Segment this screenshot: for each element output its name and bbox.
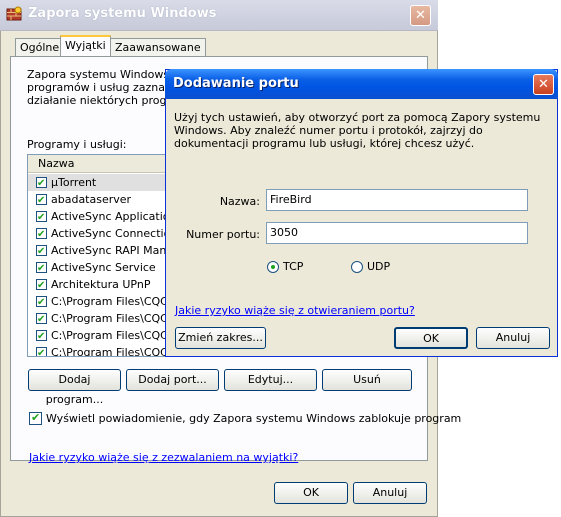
firewall-ok-button[interactable]: OK — [274, 482, 348, 504]
list-item[interactable]: µTorrent — [28, 174, 168, 192]
firewall-cancel-button[interactable]: Anuluj — [353, 482, 427, 504]
checkbox[interactable] — [36, 345, 47, 356]
name-field[interactable]: FireBird — [266, 189, 528, 211]
edit-button[interactable]: Edytuj... — [224, 369, 317, 391]
notify-checkbox-label: Wyświetl powiadomienie, gdy Zapora syste… — [46, 412, 462, 425]
programs-label: Programy i usługi: — [27, 138, 127, 151]
checkbox[interactable] — [36, 209, 47, 226]
list-header-name[interactable]: Nazwa — [28, 155, 168, 173]
udp-option[interactable]: UDP — [351, 260, 390, 273]
list-item[interactable]: C:\Program Files\CQC\E — [36, 310, 169, 328]
list-item[interactable]: C:\Program Files\CQC\E — [36, 344, 169, 357]
list-item[interactable]: C:\Program Files\CQC\E — [36, 327, 169, 345]
port-number-label: Numer portu: — [186, 228, 260, 241]
description-line: Zapora systemu Windows blo — [27, 68, 172, 81]
tcp-label: TCP — [283, 260, 304, 273]
description-line: działanie niektórych program — [27, 94, 172, 107]
checkbox[interactable] — [36, 277, 47, 294]
list-item-label: ActiveSync Application — [51, 210, 169, 223]
firewall-close-button[interactable]: ✕ — [410, 5, 431, 26]
notify-option[interactable]: Wyświetl powiadomienie, gdy Zapora syste… — [29, 411, 462, 425]
udp-label: UDP — [367, 260, 391, 273]
add-port-button[interactable]: Dodaj port... — [126, 369, 219, 391]
tab-general[interactable]: Ogólne — [15, 38, 65, 56]
checkbox[interactable] — [36, 311, 47, 328]
list-item[interactable]: ActiveSync Service — [36, 259, 156, 277]
tab-exceptions[interactable]: Wyjątki — [60, 35, 111, 57]
add-port-title-bar[interactable]: Dodawanie portu — [165, 69, 558, 99]
add-port-title: Dodawanie portu — [173, 76, 299, 91]
name-label: Nazwa: — [219, 195, 260, 208]
exceptions-risk-link[interactable]: Jakie ryzyko wiąże się z zezwalaniem na … — [29, 451, 298, 464]
description-line: programów i usług zaznaczo — [27, 81, 172, 94]
checkbox[interactable] — [36, 328, 47, 345]
dialog-cancel-button[interactable]: Anuluj — [476, 327, 550, 349]
exceptions-description: Zapora systemu Windows blo programów i u… — [27, 68, 172, 110]
list-item[interactable]: ActiveSync Connection — [36, 225, 169, 243]
list-item[interactable]: C:\Program Files\CQC\E — [36, 293, 169, 311]
list-item-label: Architektura UPnP — [51, 278, 151, 291]
close-icon: ✕ — [538, 77, 549, 92]
checkbox[interactable] — [36, 175, 47, 192]
port-risk-link[interactable]: Jakie ryzyko wiąże się z otwieraniem por… — [175, 304, 415, 317]
notify-checkbox[interactable] — [29, 411, 42, 425]
list-item[interactable]: ActiveSync RAPI Manag — [36, 242, 169, 260]
programs-list[interactable]: Nazwa µTorrent abadataserver ActiveSync … — [27, 154, 169, 357]
list-item[interactable]: ActiveSync Application — [36, 208, 169, 226]
checkbox[interactable] — [36, 192, 47, 209]
firewall-window-title: Zapora systemu Windows — [28, 6, 217, 21]
port-number-field[interactable]: 3050 — [266, 222, 528, 244]
delete-button[interactable]: Usuń — [322, 369, 412, 391]
udp-radio[interactable] — [351, 261, 363, 273]
list-item[interactable]: abadataserver — [36, 191, 132, 209]
list-item-label: ActiveSync Service — [51, 261, 156, 274]
dialog-ok-button[interactable]: OK — [394, 327, 468, 349]
list-item-label: ActiveSync RAPI Manag — [51, 244, 169, 257]
close-icon: ✕ — [415, 8, 426, 23]
list-item-label: ActiveSync Connection — [51, 227, 169, 240]
list-item-label: C:\Program Files\CQC\E — [51, 346, 169, 357]
checkbox[interactable] — [36, 260, 47, 277]
add-port-description: Użyj tych ustawień, aby otworzyć port za… — [174, 111, 541, 150]
checkbox[interactable] — [36, 226, 47, 243]
list-item-label: C:\Program Files\CQC\E — [51, 312, 169, 325]
tcp-option[interactable]: TCP — [267, 260, 303, 273]
list-item-label: C:\Program Files\CQC\E — [51, 295, 169, 308]
list-item-label: µTorrent — [51, 176, 97, 189]
checkbox[interactable] — [36, 243, 47, 260]
checkbox[interactable] — [36, 294, 47, 311]
firewall-title-bar[interactable]: Zapora systemu Windows — [0, 0, 438, 31]
firewall-icon — [6, 6, 22, 21]
tab-advanced[interactable]: Zaawansowane — [110, 38, 206, 56]
list-item-label: C:\Program Files\CQC\E — [51, 329, 169, 342]
list-item[interactable]: Architektura UPnP — [36, 276, 151, 294]
add-program-button[interactable]: Dodaj program... — [28, 369, 121, 406]
change-scope-button[interactable]: Zmień zakres... — [175, 327, 266, 349]
tcp-radio[interactable] — [267, 261, 279, 273]
list-item-label: abadataserver — [51, 193, 132, 206]
dialog-close-button[interactable]: ✕ — [533, 74, 554, 95]
